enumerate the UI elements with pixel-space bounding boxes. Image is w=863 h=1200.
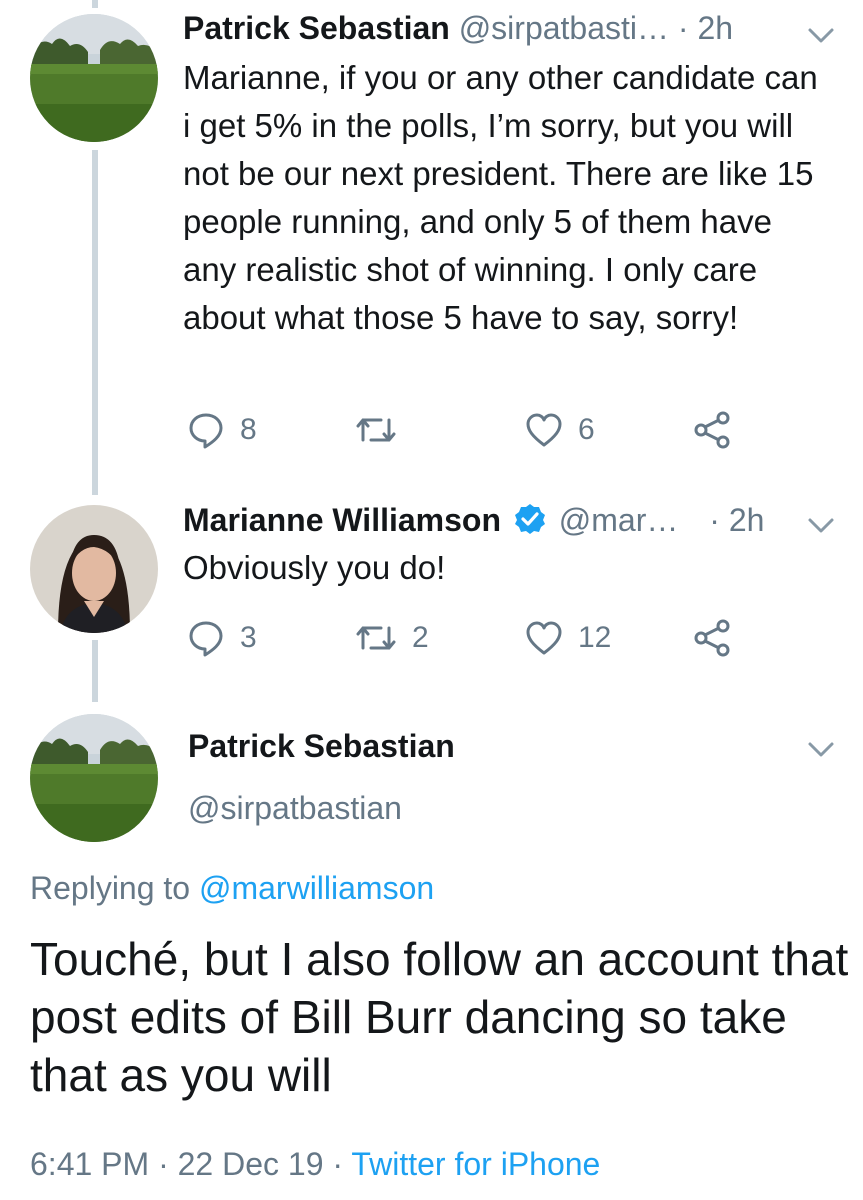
replying-to: Replying to @marwilliamson	[30, 870, 434, 907]
share-icon	[692, 618, 732, 658]
author-handle[interactable]: @sirpatbasti…	[459, 10, 669, 46]
retweet-button[interactable]	[354, 410, 412, 450]
like-icon	[524, 618, 564, 658]
reply-count: 3	[240, 621, 257, 654]
reply-count: 8	[240, 413, 257, 446]
like-count: 6	[578, 413, 595, 446]
retweet-icon	[354, 410, 398, 450]
retweet-icon	[354, 618, 398, 658]
replying-to-link[interactable]: @marwilliamson	[199, 870, 434, 906]
chevron-down-icon[interactable]	[806, 516, 836, 536]
field-photo	[30, 14, 158, 142]
avatar[interactable]	[30, 14, 158, 142]
replying-to-label: Replying to	[30, 870, 191, 906]
retweet-count: 2	[412, 621, 429, 654]
author-name[interactable]: Patrick Sebastian	[188, 728, 455, 765]
tweet-text: Touché, but I also follow an account tha…	[30, 933, 849, 1101]
field-photo	[30, 714, 158, 842]
tweet-time[interactable]: · 2h	[678, 10, 733, 46]
thread-line-top	[92, 0, 98, 8]
like-button[interactable]: 12	[524, 618, 611, 658]
portrait-photo	[30, 505, 158, 633]
chevron-down-icon[interactable]	[806, 26, 836, 46]
share-icon	[692, 410, 732, 450]
reply-icon	[186, 618, 226, 658]
reply-button[interactable]: 8	[186, 410, 257, 450]
like-count: 12	[578, 621, 612, 654]
share-button[interactable]	[692, 410, 732, 450]
tweet-time[interactable]: · 2h	[709, 502, 764, 538]
retweet-button[interactable]: 2	[354, 618, 429, 658]
tweet-header: Patrick Sebastian @sirpatbasti… · 2h	[183, 6, 733, 50]
avatar[interactable]	[30, 714, 158, 842]
chevron-down-icon[interactable]	[806, 740, 836, 760]
tweet-header: Marianne Williamson @mar… · 2h	[183, 498, 764, 542]
author-handle[interactable]: @sirpatbastian	[188, 790, 402, 827]
like-icon	[524, 410, 564, 450]
thread-line-1	[92, 150, 98, 495]
tweet-text: Obviously you do!	[183, 549, 446, 586]
share-button[interactable]	[692, 618, 732, 658]
author-handle[interactable]: @mar…	[559, 502, 679, 538]
tweet-source-link[interactable]: Twitter for iPhone	[351, 1146, 600, 1182]
like-button[interactable]: 6	[524, 410, 595, 450]
thread-line-2	[92, 640, 98, 702]
tweet-meta: 6:41 PM · 22 Dec 19 · Twitter for iPhone	[30, 1146, 600, 1183]
avatar[interactable]	[30, 505, 158, 633]
tweet-text: Marianne, if you or any other candidate …	[183, 59, 818, 336]
author-name[interactable]: Patrick Sebastian	[183, 10, 450, 46]
tweet-timestamp: 6:41 PM · 22 Dec 19 ·	[30, 1146, 344, 1182]
reply-icon	[186, 410, 226, 450]
reply-button[interactable]: 3	[186, 618, 257, 658]
author-name[interactable]: Marianne Williamson	[183, 502, 501, 538]
verified-badge-icon	[514, 502, 546, 546]
